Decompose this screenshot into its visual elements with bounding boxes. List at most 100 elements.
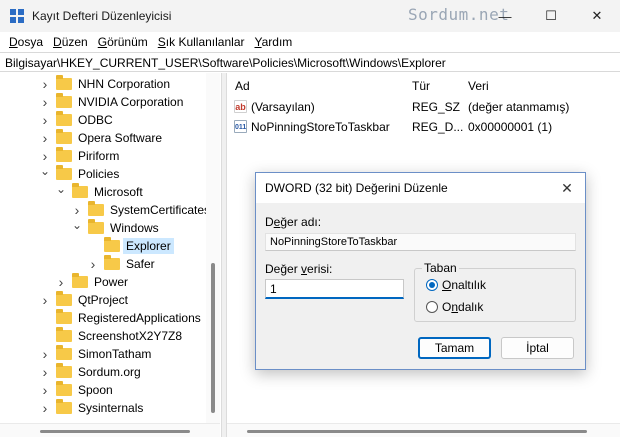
folder-icon (104, 237, 120, 252)
edit-dword-dialog: DWORD (32 bit) Değerini Düzenle ✕ Değer … (255, 172, 586, 370)
chevron-right-icon[interactable]: › (40, 292, 50, 308)
chevron-right-icon[interactable]: › (40, 130, 50, 146)
column-name[interactable]: Ad (235, 79, 250, 93)
value-name: NoPinningStoreToTaskbar (251, 120, 390, 134)
tree-item[interactable]: › NVIDIA Corporation (40, 93, 183, 111)
folder-icon (56, 129, 72, 144)
tree-item[interactable]: › Safer (88, 255, 155, 273)
key-tree[interactable]: › NHN Corporation › NVIDIA Corporation › ODBC… (0, 73, 220, 423)
chevron-down-icon[interactable]: ⌄ (56, 182, 66, 196)
tree-item[interactable]: Explorer (88, 237, 174, 255)
folder-icon (56, 363, 72, 378)
base-label: Taban (422, 261, 459, 275)
value-data: 0x00000001 (1) (468, 120, 553, 134)
menu-view[interactable]: Görünüm (93, 35, 153, 49)
tree-item[interactable]: ⌄ Policies (40, 164, 119, 183)
tree-item[interactable]: › Piriform (40, 147, 119, 165)
menu-bar: Dosya Düzen Görünüm Sık Kullanılanlar Ya… (0, 32, 620, 52)
tree-item-label: SystemCertificates (110, 203, 211, 217)
menu-favorites[interactable]: Sık Kullanılanlar (153, 35, 250, 49)
tree-item[interactable]: › Sysinternals (40, 399, 143, 417)
binary-value-icon: 011 (234, 120, 247, 133)
minimize-button[interactable]: — (482, 0, 528, 32)
column-type[interactable]: Tür (412, 79, 430, 93)
folder-icon (56, 93, 72, 108)
chevron-right-icon[interactable]: › (40, 364, 50, 380)
chevron-right-icon[interactable]: › (40, 400, 50, 416)
no-chevron (40, 331, 50, 341)
value-data-label: Değer verisi: (265, 262, 333, 276)
tree-item[interactable]: ⌄ Microsoft (56, 182, 143, 201)
tree-item[interactable]: › SystemCertificates (72, 201, 210, 219)
tree-item-label: ODBC (78, 113, 113, 127)
window-title: Kayıt Defteri Düzenleyicisi (32, 9, 172, 23)
value-data-input[interactable]: 1 (265, 279, 404, 299)
tree-item[interactable]: › Opera Software (40, 129, 162, 147)
value-name: (Varsayılan) (251, 100, 315, 114)
tree-hscroll-thumb[interactable] (40, 430, 190, 433)
tree-horizontal-scrollbar[interactable] (0, 423, 220, 437)
tree-item[interactable]: RegisteredApplications (40, 309, 201, 327)
tree-item[interactable]: ScreenshotX2Y7Z8 (40, 327, 182, 345)
chevron-right-icon[interactable]: › (40, 112, 50, 128)
list-row[interactable]: 011 NoPinningStoreToTaskbar REG_D... 0x0… (227, 118, 620, 136)
chevron-right-icon[interactable]: › (88, 256, 98, 272)
value-type: REG_D... (412, 120, 464, 134)
tree-vertical-scrollbar[interactable] (206, 73, 220, 423)
folder-icon (104, 255, 120, 270)
folder-icon (56, 291, 72, 306)
tree-item[interactable]: › QtProject (40, 291, 128, 309)
registry-app-icon (10, 9, 24, 23)
chevron-right-icon[interactable]: › (40, 76, 50, 92)
menu-help[interactable]: Yardım (250, 35, 298, 49)
title-bar: Kayıt Defteri Düzenleyicisi Sordum.net —… (0, 0, 620, 32)
tree-item-label: Microsoft (94, 185, 143, 199)
chevron-down-icon[interactable]: ⌄ (72, 218, 82, 232)
folder-icon (56, 345, 72, 360)
maximize-button[interactable]: ☐ (528, 0, 574, 32)
value-name-field: NoPinningStoreToTaskbar (265, 233, 576, 251)
tree-item-label: Opera Software (78, 131, 163, 145)
ok-button[interactable]: Tamam (418, 337, 491, 359)
tree-scroll-thumb[interactable] (211, 263, 215, 413)
tree-item[interactable]: › Spoon (40, 381, 113, 399)
chevron-right-icon[interactable]: › (40, 346, 50, 362)
chevron-right-icon[interactable]: › (40, 94, 50, 110)
radio-selected-icon (426, 279, 438, 291)
close-button[interactable]: ✕ (574, 0, 620, 32)
tree-item-label: Power (94, 275, 129, 289)
dialog-close-icon[interactable]: ✕ (557, 178, 577, 198)
tree-item-label: RegisteredApplications (78, 311, 201, 325)
tree-item[interactable]: ⌄ Windows (72, 218, 159, 237)
folder-icon (72, 273, 88, 288)
chevron-down-icon[interactable]: ⌄ (40, 164, 50, 178)
cancel-button[interactable]: İptal (501, 337, 574, 359)
tree-item-label: Sysinternals (78, 401, 144, 415)
tree-item[interactable]: › Sordum.org (40, 363, 141, 381)
chevron-right-icon[interactable]: › (56, 274, 66, 290)
column-data[interactable]: Veri (468, 79, 489, 93)
base-decimal-radio[interactable]: Ondalık (426, 300, 483, 314)
menu-edit[interactable]: Düzen (48, 35, 93, 49)
chevron-right-icon[interactable]: › (40, 148, 50, 164)
chevron-right-icon[interactable]: › (40, 382, 50, 398)
list-hscroll-thumb[interactable] (247, 430, 587, 433)
dialog-title: DWORD (32 bit) Değerini Düzenle (265, 181, 448, 195)
tree-item-label: Explorer (123, 238, 174, 254)
folder-icon (56, 111, 72, 126)
address-bar[interactable]: Bilgisayar\HKEY_CURRENT_USER\Software\Po… (0, 52, 620, 72)
tree-item-label: Windows (110, 221, 159, 235)
folder-icon (56, 327, 72, 342)
folder-icon (56, 147, 72, 162)
tree-item-label: SimonTatham (78, 347, 152, 361)
tree-item[interactable]: › ODBC (40, 111, 113, 129)
menu-file[interactable]: Dosya (4, 35, 48, 49)
list-horizontal-scrollbar[interactable] (227, 423, 620, 437)
chevron-right-icon[interactable]: › (72, 202, 82, 218)
tree-item[interactable]: › NHN Corporation (40, 75, 170, 93)
tree-item[interactable]: › Power (56, 273, 128, 291)
tree-item[interactable]: › SimonTatham (40, 345, 151, 363)
list-row[interactable]: ab (Varsayılan) REG_SZ (değer atanmamış) (227, 98, 620, 116)
base-hex-radio[interactable]: Onaltılık (426, 278, 486, 292)
folder-icon (56, 381, 72, 396)
